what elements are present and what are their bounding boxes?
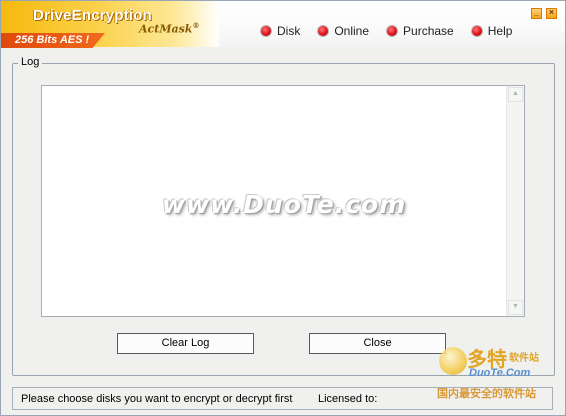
log-group-legend: Log bbox=[18, 56, 43, 68]
menu-item-label: Help bbox=[487, 24, 513, 38]
site-logo-small: 软件站 bbox=[509, 353, 539, 364]
close-button[interactable]: Close bbox=[309, 333, 446, 354]
clear-log-button[interactable]: Clear Log bbox=[117, 333, 254, 354]
site-logo-cn: 国内最安全的软件站 bbox=[437, 388, 536, 400]
scroll-up-button[interactable]: ▲ bbox=[508, 87, 523, 102]
close-window-button[interactable]: × bbox=[546, 7, 557, 19]
arrow-down-icon: ▼ bbox=[512, 303, 519, 310]
aes-badge: 256 Bits AES ! bbox=[1, 33, 105, 48]
close-icon: × bbox=[548, 7, 555, 17]
site-logo: 多特 软件站 DuoTe.Com 国内最安全的软件站 bbox=[437, 341, 565, 411]
red-bullet-icon bbox=[261, 26, 271, 36]
status-message: Please choose disks you want to encrypt … bbox=[21, 393, 293, 405]
red-bullet-icon bbox=[387, 26, 398, 36]
scroll-down-button[interactable]: ▼ bbox=[508, 300, 523, 315]
red-bullet-icon bbox=[471, 26, 482, 36]
menu-item-online[interactable]: Online bbox=[318, 23, 369, 39]
app-title: DriveEncryption bbox=[33, 7, 152, 24]
mascot-icon bbox=[439, 347, 467, 375]
menu-item-purchase[interactable]: Purchase bbox=[387, 23, 454, 39]
menu-item-disk[interactable]: Disk bbox=[261, 23, 300, 39]
log-textarea[interactable]: ▲ ▼ www.DuoTe.com bbox=[41, 85, 525, 317]
menu-item-label: Online bbox=[334, 24, 370, 38]
watermark-text: www.DuoTe.com bbox=[162, 190, 407, 219]
menu-item-help[interactable]: Help bbox=[471, 23, 513, 39]
log-scrollbar[interactable]: ▲ ▼ bbox=[506, 86, 524, 316]
top-menu: Disk Online Purchase Help bbox=[261, 23, 530, 39]
licensed-to-label: Licensed to: bbox=[318, 393, 378, 405]
app-window: DriveEncryption ActMask® 256 Bits AES ! … bbox=[0, 0, 566, 416]
minimize-icon: _ bbox=[533, 7, 539, 17]
site-logo-en: DuoTe.Com bbox=[469, 367, 531, 379]
minimize-button[interactable]: _ bbox=[531, 7, 542, 19]
arrow-up-icon: ▲ bbox=[512, 90, 519, 97]
red-bullet-icon bbox=[318, 26, 329, 36]
menu-item-label: Disk bbox=[277, 24, 301, 38]
app-subtitle: ActMask® bbox=[139, 21, 200, 36]
menu-item-label: Purchase bbox=[403, 24, 454, 38]
title-bar[interactable]: DriveEncryption ActMask® 256 Bits AES ! … bbox=[1, 1, 565, 48]
